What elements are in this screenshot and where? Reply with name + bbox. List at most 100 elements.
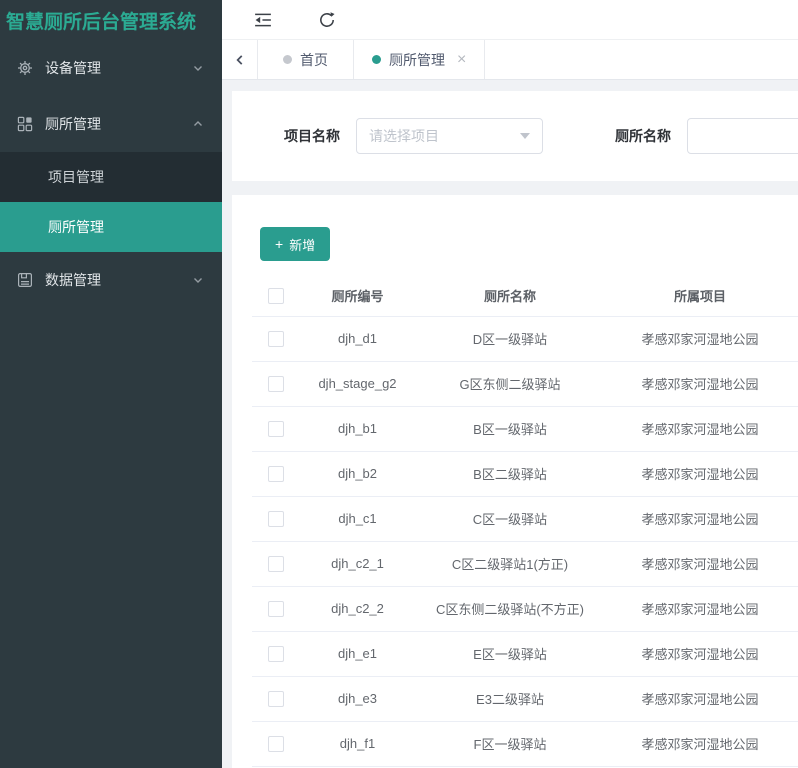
cell-toilet-code: djh_f1 bbox=[300, 721, 415, 767]
cell-toilet-name: C区二级驿站1(方正) bbox=[415, 541, 605, 587]
cell-toilet-code: djh_b2 bbox=[300, 451, 415, 497]
table-row[interactable]: djh_c2_2 C区东侧二级驿站(不方正) 孝感邓家河湿地公园 bbox=[252, 586, 798, 632]
row-checkbox[interactable] bbox=[268, 420, 284, 437]
project-select[interactable]: 请选择项目 bbox=[356, 118, 543, 154]
table-body: djh_d1 D区一级驿站 孝感邓家河湿地公园 djh_stage_g2 G区东… bbox=[252, 316, 798, 767]
row-checkbox[interactable] bbox=[268, 465, 284, 482]
table-row[interactable]: djh_stage_g2 G区东侧二级驿站 孝感邓家河湿地公园 bbox=[252, 361, 798, 407]
project-select-placeholder: 请选择项目 bbox=[369, 128, 439, 144]
tab-status-dot bbox=[283, 55, 292, 64]
main-area: 首页 厕所管理 × 项目名称 请选择项目 厕所名称 + 新增 厕所编号 厕所名称… bbox=[222, 0, 798, 768]
column-header-project: 所属项目 bbox=[605, 276, 795, 317]
cell-toilet-name: B区一级驿站 bbox=[415, 406, 605, 452]
table-row[interactable]: djh_f1 F区一级驿站 孝感邓家河湿地公园 bbox=[252, 721, 798, 767]
submenu-item-label: 厕所管理 bbox=[48, 219, 104, 235]
cell-project: 孝感邓家河湿地公园 bbox=[605, 316, 795, 362]
table-row[interactable]: djh_c2_1 C区二级驿站1(方正) 孝感邓家河湿地公园 bbox=[252, 541, 798, 587]
chevron-down-icon bbox=[192, 274, 204, 286]
tab-toilet-management[interactable]: 厕所管理 × bbox=[354, 40, 486, 79]
sidebar-item-project-management[interactable]: 项目管理 bbox=[0, 152, 222, 202]
submenu-item-label: 项目管理 bbox=[48, 169, 104, 185]
row-checkbox[interactable] bbox=[268, 645, 284, 662]
column-header-code: 厕所编号 bbox=[300, 276, 415, 317]
sidebar-item-toilet-management[interactable]: 厕所管理 bbox=[0, 96, 222, 152]
cell-project: 孝感邓家河湿地公园 bbox=[605, 361, 795, 407]
sidebar-submenu: 项目管理 厕所管理 bbox=[0, 152, 222, 252]
filter-panel: 项目名称 请选择项目 厕所名称 bbox=[232, 91, 798, 181]
cell-project: 孝感邓家河湿地公园 bbox=[605, 496, 795, 542]
toilet-table: 厕所编号 厕所名称 所属项目 djh_d1 D区一级驿站 孝感邓家河湿地公园 d… bbox=[252, 276, 798, 767]
toilet-name-label: 厕所名称 bbox=[615, 128, 671, 144]
gear-icon bbox=[17, 60, 33, 76]
tab-status-dot bbox=[372, 55, 381, 64]
sidebar-item-label: 厕所管理 bbox=[45, 116, 101, 132]
project-name-label: 项目名称 bbox=[284, 128, 340, 144]
cell-toilet-name: C区东侧二级驿站(不方正) bbox=[415, 586, 605, 632]
caret-down-icon bbox=[520, 133, 530, 139]
app-window: 智慧厕所后台管理系统 设备管理 厕所管理 项目管理 厕所管理 数据管理 首页 厕… bbox=[0, 0, 798, 768]
content-area: 项目名称 请选择项目 厕所名称 + 新增 厕所编号 厕所名称 所属项目 djh_… bbox=[222, 80, 798, 768]
table-row[interactable]: djh_e3 E3二级驿站 孝感邓家河湿地公园 bbox=[252, 676, 798, 722]
refresh-icon[interactable] bbox=[318, 11, 336, 29]
table-header-row: 厕所编号 厕所名称 所属项目 bbox=[252, 276, 798, 317]
sidebar-item-toilet-management-sub[interactable]: 厕所管理 bbox=[0, 202, 222, 252]
row-checkbox[interactable] bbox=[268, 555, 284, 572]
tabs-back-button[interactable] bbox=[222, 40, 258, 79]
cell-toilet-name: B区二级驿站 bbox=[415, 451, 605, 497]
table-row[interactable]: djh_d1 D区一级驿站 孝感邓家河湿地公园 bbox=[252, 316, 798, 362]
sidebar-item-device-management[interactable]: 设备管理 bbox=[0, 40, 222, 96]
row-checkbox[interactable] bbox=[268, 330, 284, 347]
cell-toilet-code: djh_e1 bbox=[300, 631, 415, 677]
table-row[interactable]: djh_b1 B区一级驿站 孝感邓家河湿地公园 bbox=[252, 406, 798, 452]
tab-home[interactable]: 首页 bbox=[258, 40, 354, 79]
toilet-name-input[interactable] bbox=[687, 118, 798, 154]
cell-project: 孝感邓家河湿地公园 bbox=[605, 406, 795, 452]
cell-toilet-name: E3二级驿站 bbox=[415, 676, 605, 722]
add-button[interactable]: + 新增 bbox=[260, 227, 331, 261]
row-checkbox[interactable] bbox=[268, 510, 284, 527]
add-button-label: 新增 bbox=[289, 237, 316, 253]
cell-toilet-name: F区一级驿站 bbox=[415, 721, 605, 767]
row-checkbox[interactable] bbox=[268, 600, 284, 617]
plus-icon: + bbox=[275, 236, 284, 252]
cell-project: 孝感邓家河湿地公园 bbox=[605, 586, 795, 632]
cell-toilet-code: djh_stage_g2 bbox=[300, 361, 415, 407]
select-all-checkbox[interactable] bbox=[268, 288, 284, 305]
table-row[interactable]: djh_e1 E区一级驿站 孝感邓家河湿地公园 bbox=[252, 631, 798, 677]
data-icon bbox=[17, 272, 33, 288]
close-icon[interactable]: × bbox=[457, 51, 466, 68]
cell-toilet-code: djh_c2_1 bbox=[300, 541, 415, 587]
cell-toilet-code: djh_b1 bbox=[300, 406, 415, 452]
grid-icon bbox=[17, 116, 33, 132]
cell-toilet-code: djh_e3 bbox=[300, 676, 415, 722]
cell-project: 孝感邓家河湿地公园 bbox=[605, 676, 795, 722]
chevron-up-icon bbox=[192, 118, 204, 130]
cell-project: 孝感邓家河湿地公园 bbox=[605, 631, 795, 677]
table-row[interactable]: djh_b2 B区二级驿站 孝感邓家河湿地公园 bbox=[252, 451, 798, 497]
row-checkbox[interactable] bbox=[268, 690, 284, 707]
cell-toilet-name: G区东侧二级驿站 bbox=[415, 361, 605, 407]
cell-toilet-code: djh_c1 bbox=[300, 496, 415, 542]
cell-toilet-name: E区一级驿站 bbox=[415, 631, 605, 677]
table-row[interactable]: djh_c1 C区一级驿站 孝感邓家河湿地公园 bbox=[252, 496, 798, 542]
tab-label: 首页 bbox=[300, 51, 328, 68]
column-header-name: 厕所名称 bbox=[415, 276, 605, 317]
topbar bbox=[222, 0, 798, 40]
cell-toilet-code: djh_d1 bbox=[300, 316, 415, 362]
cell-project: 孝感邓家河湿地公园 bbox=[605, 451, 795, 497]
menu-fold-icon[interactable] bbox=[254, 11, 272, 29]
cell-toilet-name: C区一级驿站 bbox=[415, 496, 605, 542]
row-checkbox[interactable] bbox=[268, 735, 284, 752]
sidebar: 智慧厕所后台管理系统 设备管理 厕所管理 项目管理 厕所管理 数据管理 bbox=[0, 0, 222, 768]
cell-project: 孝感邓家河湿地公园 bbox=[605, 721, 795, 767]
table-panel: + 新增 厕所编号 厕所名称 所属项目 djh_d1 D区一级驿站 孝感邓家河湿… bbox=[232, 195, 798, 768]
row-checkbox[interactable] bbox=[268, 375, 284, 392]
chevron-down-icon bbox=[192, 62, 204, 74]
cell-toilet-name: D区一级驿站 bbox=[415, 316, 605, 362]
sidebar-item-data-management[interactable]: 数据管理 bbox=[0, 252, 222, 308]
sidebar-item-label: 设备管理 bbox=[45, 60, 101, 76]
sidebar-item-label: 数据管理 bbox=[45, 272, 101, 288]
app-title: 智慧厕所后台管理系统 bbox=[6, 11, 197, 33]
tab-label: 厕所管理 bbox=[389, 51, 445, 68]
cell-toilet-code: djh_c2_2 bbox=[300, 586, 415, 632]
